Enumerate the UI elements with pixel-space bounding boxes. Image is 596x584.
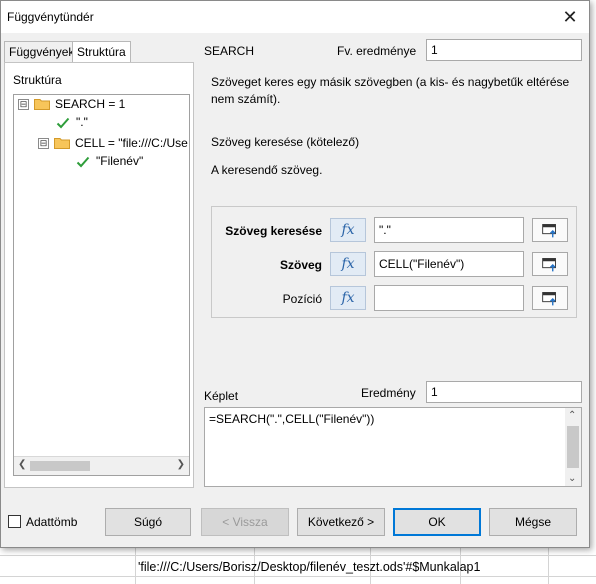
- next-button[interactable]: Következő >: [297, 508, 385, 536]
- function-description: Szöveget keres egy másik szövegben (a ki…: [211, 75, 570, 106]
- back-button[interactable]: < Vissza: [201, 508, 289, 536]
- function-wizard-dialog: Függvénytündér ✕ Függvények Struktúra St…: [0, 0, 590, 548]
- scroll-thumb[interactable]: [567, 426, 579, 468]
- structure-tree[interactable]: ⊟ SEARCH = 1 "." ⊟ CELL = "file:///C:/Us…: [13, 94, 190, 476]
- close-icon[interactable]: ✕: [557, 5, 583, 29]
- formula-text[interactable]: =SEARCH(".",CELL("Filenév")): [209, 412, 374, 426]
- dialog-title: Függvénytündér: [7, 10, 94, 24]
- scroll-left-icon[interactable]: ❮: [18, 459, 26, 470]
- arg-input-text[interactable]: CELL("Filenév"): [374, 251, 524, 277]
- fx-button[interactable]: fx: [330, 252, 366, 276]
- shrink-button[interactable]: [532, 252, 568, 276]
- structure-panel: Struktúra ⊟ SEARCH = 1 "." ⊟ CELL = "fil…: [4, 62, 194, 488]
- arg-label-position: Pozíció: [282, 292, 322, 306]
- check-icon: [76, 156, 90, 168]
- argument-title: Szöveg keresése (kötelező): [211, 135, 360, 149]
- formula-result-label: Eredmény: [361, 386, 416, 400]
- formula-result-field[interactable]: 1: [426, 381, 582, 403]
- collapse-icon[interactable]: ⊟: [18, 99, 29, 110]
- scroll-thumb[interactable]: [30, 461, 90, 471]
- collapse-icon[interactable]: ⊟: [38, 138, 49, 149]
- structure-label: Struktúra: [13, 73, 62, 87]
- arguments-box: Szöveg keresése fx "." Szöveg fx CELL("F…: [211, 206, 577, 318]
- shrink-button[interactable]: [532, 286, 568, 310]
- scroll-down-icon[interactable]: ⌄: [568, 473, 576, 484]
- scroll-right-icon[interactable]: ❯: [177, 459, 185, 470]
- vertical-scrollbar[interactable]: ⌃ ⌄: [565, 408, 581, 486]
- tree-item-dot[interactable]: ".": [76, 113, 88, 131]
- folder-icon: [34, 99, 50, 110]
- function-name: SEARCH: [204, 44, 255, 58]
- grid-line: [0, 555, 596, 556]
- shrink-icon: [542, 224, 556, 238]
- tab-functions[interactable]: Függvények: [4, 41, 80, 62]
- tree-item-cell[interactable]: CELL = "file:///C:/Use: [75, 134, 188, 152]
- tree-item-search[interactable]: SEARCH = 1: [55, 95, 125, 113]
- argument-description: A keresendő szöveg.: [211, 163, 323, 177]
- folder-icon: [54, 138, 70, 149]
- ok-button[interactable]: OK: [393, 508, 481, 536]
- scroll-up-icon[interactable]: ⌃: [568, 410, 576, 421]
- help-button[interactable]: Súgó: [105, 508, 191, 536]
- function-result-field[interactable]: 1: [426, 39, 582, 61]
- array-checkbox-label[interactable]: Adattömb: [26, 515, 77, 529]
- arg-input-position[interactable]: [374, 285, 524, 311]
- check-icon: [56, 117, 70, 129]
- arg-label-search-text: Szöveg keresése: [225, 224, 322, 238]
- shrink-icon: [542, 258, 556, 272]
- shrink-icon: [542, 292, 556, 306]
- arg-input-search-text[interactable]: ".": [374, 217, 524, 243]
- cancel-button[interactable]: Mégse: [489, 508, 577, 536]
- tree-item-filename[interactable]: "Filenév": [96, 152, 143, 170]
- formula-label: Képlet: [204, 389, 239, 403]
- formula-editor[interactable]: =SEARCH(".",CELL("Filenév")) ⌃ ⌄: [204, 407, 582, 487]
- fx-button[interactable]: fx: [330, 286, 366, 310]
- cell-result-text[interactable]: 'file:///C:/Users/Borisz/Desktop/filenév…: [138, 560, 480, 574]
- shrink-button[interactable]: [532, 218, 568, 242]
- title-bar: Függvénytündér ✕: [1, 1, 589, 33]
- tab-structure[interactable]: Struktúra: [72, 41, 131, 62]
- array-checkbox[interactable]: [8, 515, 21, 528]
- grid-line: [0, 576, 596, 577]
- function-result-label: Fv. eredménye: [337, 44, 417, 58]
- horizontal-scrollbar[interactable]: ❮ ❯: [14, 456, 189, 475]
- fx-button[interactable]: fx: [330, 218, 366, 242]
- arg-label-text: Szöveg: [279, 258, 322, 272]
